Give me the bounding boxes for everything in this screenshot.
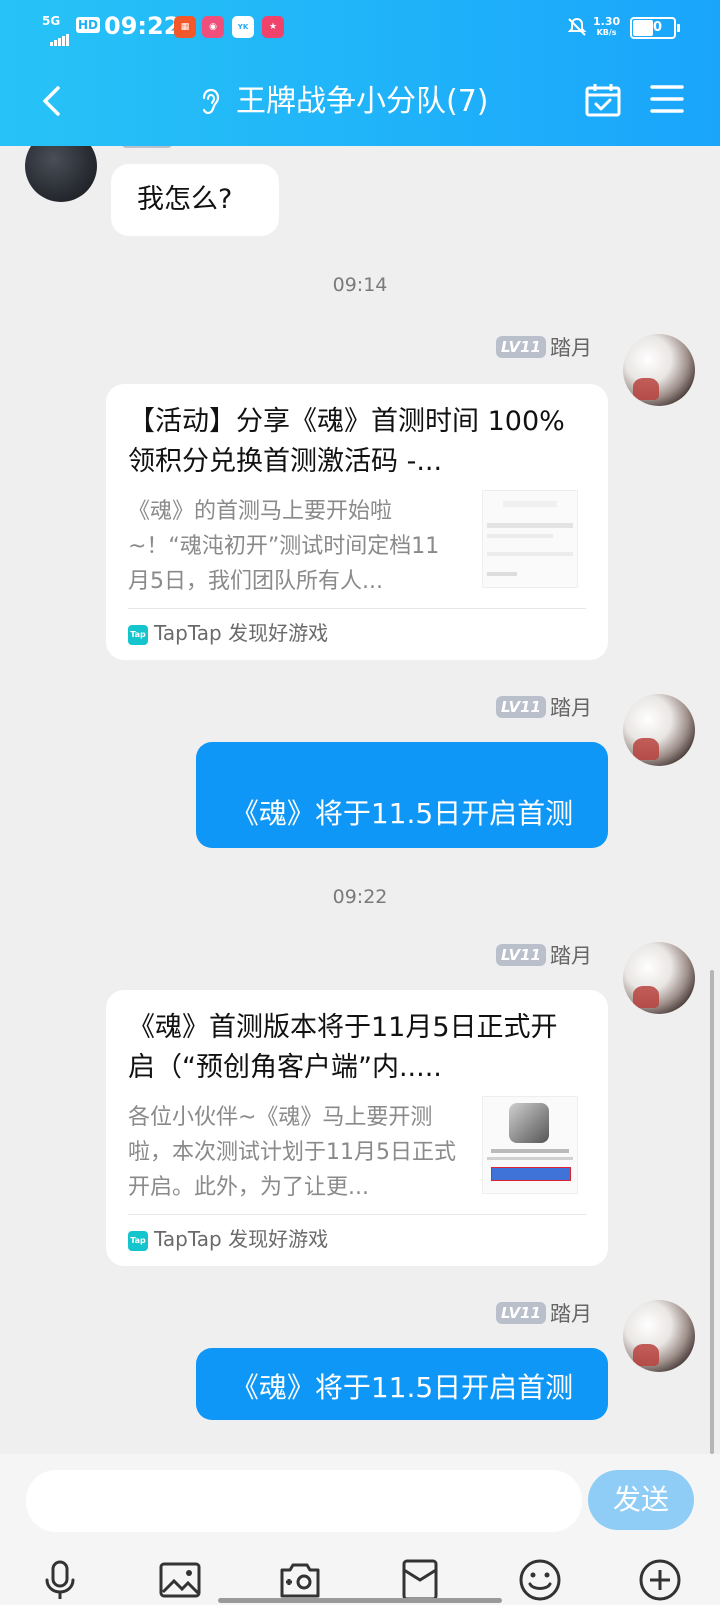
message-input[interactable]	[26, 1470, 582, 1532]
image-icon[interactable]	[158, 1558, 202, 1602]
app-notification-icon: ◉	[202, 16, 224, 38]
sender-info: LV11 踏月	[496, 332, 592, 360]
mute-bell-icon	[567, 17, 587, 36]
battery-level: 50	[643, 20, 663, 35]
message-bubble[interactable]: 《魂》将于11.5日开启首测	[196, 1348, 608, 1420]
red-packet-icon[interactable]	[398, 1558, 442, 1602]
sender-info: LV11 踏月	[496, 940, 592, 968]
level-badge: LV11	[496, 336, 546, 358]
menu-icon[interactable]	[650, 84, 684, 114]
earpiece-mode-icon[interactable]	[198, 86, 224, 118]
divider	[128, 608, 586, 609]
battery-icon: 50	[630, 17, 680, 39]
level-badge: LV11	[496, 1302, 546, 1324]
sender-info: LV11 踏月	[496, 692, 592, 720]
scrollbar[interactable]	[710, 970, 714, 1454]
card-description: 各位小伙伴~《魂》马上要开测啦，本次测试计划于11月5日正式开启。此外，为了让更…	[128, 1105, 456, 1200]
card-thumbnail	[482, 1096, 578, 1194]
message-bubble[interactable]: 《魂》将于11.5日开启首测	[196, 742, 608, 848]
divider	[128, 1214, 586, 1215]
sender-info: LV11 踏月	[496, 1298, 592, 1326]
signal-icon	[50, 30, 70, 46]
avatar[interactable]	[623, 694, 695, 766]
hd-badge: HD	[76, 17, 101, 33]
sender-name: 踏月	[550, 696, 592, 720]
chat-title: 王牌战争小分队(7)	[236, 84, 489, 119]
level-badge	[122, 146, 172, 148]
network-type: 5G	[42, 14, 61, 28]
sender-name: 踏月	[550, 944, 592, 968]
microphone-icon[interactable]	[38, 1558, 82, 1602]
header: 5G HD 09:22 ▦ ◉ YK ★ 1.30 KB/s 50 王牌战争小分…	[0, 0, 720, 146]
youku-notification-icon: YK	[232, 16, 254, 38]
card-title: 《魂》首测版本将于11月5日正式开启（“预创角客户端”内.....	[128, 1012, 558, 1083]
app-notification-icon: ★	[262, 16, 284, 38]
status-time: 09:22	[104, 12, 181, 40]
link-card[interactable]: 【活动】分享《魂》首测时间 100%领积分兑换首测激活码 -... 《魂》的首测…	[106, 384, 608, 660]
avatar[interactable]	[623, 942, 695, 1014]
group-calendar-icon[interactable]	[584, 82, 622, 118]
nav-bar: 王牌战争小分队(7)	[0, 56, 720, 146]
sender-name: 踏月	[550, 336, 592, 360]
card-source: Tap TapTap 发现好游戏	[128, 618, 328, 648]
camera-icon[interactable]	[278, 1558, 322, 1602]
message-bubble[interactable]: 我怎么?	[111, 164, 279, 236]
card-title: 【活动】分享《魂》首测时间 100%领积分兑换首测激活码 -...	[128, 406, 565, 477]
message-list[interactable]: 我怎么? 09:14 LV11 踏月 【活动】分享《魂》首测时间 100%领积分兑…	[0, 146, 720, 1454]
message-text: 《魂》将于11.5日开启首测	[230, 797, 574, 830]
plus-icon[interactable]	[638, 1558, 682, 1602]
network-speed: 1.30 KB/s	[593, 15, 621, 37]
back-arrow-icon[interactable]	[36, 84, 70, 118]
level-badge: LV11	[496, 696, 546, 718]
send-button[interactable]: 发送	[588, 1470, 694, 1530]
avatar[interactable]	[623, 334, 695, 406]
avatar[interactable]	[623, 1300, 695, 1372]
emoji-icon[interactable]	[518, 1558, 562, 1602]
sender-name: 踏月	[550, 1302, 592, 1326]
taptap-icon: Tap	[128, 624, 148, 645]
card-description: 《魂》的首测马上要开始啦~！“魂沌初开”测试时间定档11月5日，我们团队所有人.…	[128, 499, 440, 594]
card-source: Tap TapTap 发现好游戏	[128, 1224, 328, 1254]
avatar[interactable]	[25, 146, 97, 202]
timestamp: 09:22	[332, 886, 388, 908]
link-card[interactable]: 《魂》首测版本将于11月5日正式开启（“预创角客户端”内..... 各位小伙伴~…	[106, 990, 608, 1266]
level-badge: LV11	[496, 944, 546, 966]
message-text: 《魂》将于11.5日开启首测	[230, 1371, 574, 1404]
status-bar: 5G HD 09:22 ▦ ◉ YK ★ 1.30 KB/s 50	[0, 0, 720, 56]
home-indicator[interactable]	[218, 1598, 502, 1603]
app-notification-icon: ▦	[174, 16, 196, 38]
card-thumbnail	[482, 490, 578, 588]
message-text: 我怎么?	[137, 184, 233, 215]
taptap-icon: Tap	[128, 1230, 148, 1251]
timestamp: 09:14	[332, 274, 388, 296]
input-bar: 发送	[0, 1454, 720, 1605]
